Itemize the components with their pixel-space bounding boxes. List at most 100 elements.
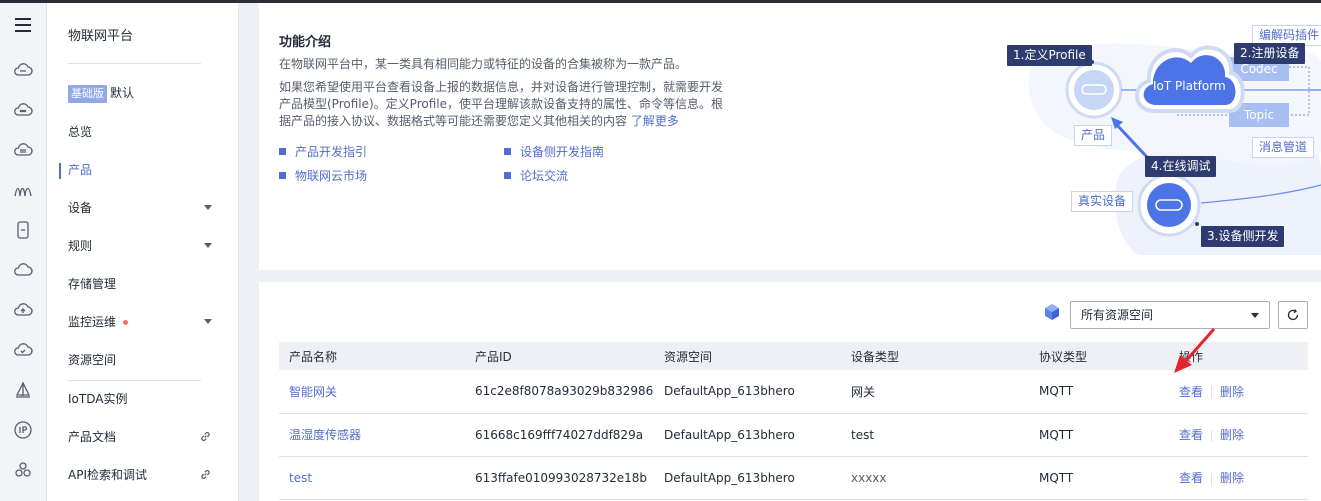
cloud-icon[interactable] [12, 259, 34, 281]
view-button[interactable]: 查看 [1179, 428, 1203, 442]
cloud-check-icon[interactable] [12, 339, 34, 361]
bullet-icon [504, 148, 511, 155]
annotation-arrow-icon [1174, 328, 1216, 373]
device-icon[interactable] [12, 219, 34, 241]
resource-space: DefaultApp_613bhero [654, 456, 841, 500]
network-icon[interactable] [12, 179, 34, 201]
sidebar-item-device[interactable]: 设备 [68, 196, 228, 220]
refresh-button[interactable] [1278, 301, 1308, 329]
edition-badge: 基础版 [68, 85, 107, 103]
message-channel-tag: 消息管道 [1252, 137, 1315, 158]
chevron-down-icon [204, 205, 212, 210]
product-list-panel: 所有资源空间 产品名称 产品ID 资源空间 设备类型 协议类型 操作 智能网关 … [259, 282, 1321, 501]
cloud-dots-icon[interactable] [12, 99, 34, 121]
sidebar-item-monitoring[interactable]: 监控运维 [68, 310, 228, 334]
sidebar-item-rules[interactable]: 规则 [68, 234, 228, 258]
sidebar-item-resource-space[interactable]: 资源空间 [68, 348, 228, 372]
link-forum[interactable]: 论坛交流 [504, 167, 568, 184]
bullet-icon [504, 172, 511, 179]
delete-button[interactable]: 删除 [1220, 428, 1244, 442]
ip-icon[interactable] [12, 419, 34, 441]
step-online-debug: 4.在线调试 [1145, 156, 1217, 177]
table-row: test 613ffafe010993028732e18b DefaultApp… [279, 456, 1308, 500]
view-button[interactable]: 查看 [1179, 471, 1203, 485]
table-row: 智能网关 61c2e8f8078a93029b832986 DefaultApp… [279, 370, 1308, 414]
step-define-profile: 1.定义Profile [1007, 45, 1092, 66]
product-tag: 产品 [1074, 125, 1113, 146]
sidebar-item-label: API检索和调试 [68, 468, 147, 482]
link-device-dev-guide[interactable]: 设备侧开发指南 [504, 143, 604, 160]
sidebar-item-label: 产品文档 [68, 430, 117, 444]
sidebar-item-label: 产品 [68, 163, 93, 177]
col-protocol[interactable]: 协议类型 [1029, 342, 1169, 370]
cloud-server-icon[interactable] [12, 59, 34, 81]
cloud-db-icon[interactable] [12, 139, 34, 161]
link-label: 论坛交流 [520, 169, 569, 183]
col-product-id[interactable]: 产品ID [465, 342, 654, 370]
sidebar-item-storage[interactable]: 存储管理 [68, 272, 228, 296]
table-header-row: 产品名称 产品ID 资源空间 设备类型 协议类型 操作 [279, 342, 1308, 370]
intro-panel: 功能介绍 在物联网平台中，某一类具有相同能力或特征的设备的合集被称为一款产品。 … [259, 3, 1321, 270]
link-product-dev-guide[interactable]: 产品开发指引 [279, 143, 367, 160]
sidebar-item-product[interactable]: 产品 [68, 158, 228, 182]
chevron-down-icon [1251, 313, 1259, 318]
action-separator [1211, 429, 1213, 442]
link-iot-marketplace[interactable]: 物联网云市场 [279, 167, 367, 184]
select-value: 所有资源空间 [1081, 308, 1154, 322]
protocol: MQTT [1029, 456, 1169, 500]
row-actions: 查看 删除 [1169, 456, 1308, 500]
edition-name: 默认 [110, 86, 135, 100]
sidebar-item-label: 资源空间 [68, 353, 117, 367]
chevron-down-icon [204, 319, 212, 324]
resource-space-select[interactable]: 所有资源空间 [1070, 301, 1270, 329]
action-separator [1211, 472, 1213, 485]
menu-icon[interactable] [12, 14, 34, 36]
resource-space: DefaultApp_613bhero [654, 413, 841, 457]
sail-icon[interactable] [12, 379, 34, 401]
protocol: MQTT [1029, 413, 1169, 457]
product-id: 61668c169fff74027ddf829a [465, 413, 654, 457]
row-actions: 查看 删除 [1169, 413, 1308, 457]
product-name-link[interactable]: 智能网关 [279, 370, 465, 414]
link-label: 产品开发指引 [295, 145, 368, 159]
step-device-dev: 3.设备侧开发 [1201, 226, 1285, 247]
edition-selector[interactable]: 基础版 默认 [68, 81, 228, 105]
intro-paragraph-1: 在物联网平台中，某一类具有相同能力或特征的设备的合集被称为一款产品。 [279, 57, 688, 71]
delete-button[interactable]: 删除 [1220, 385, 1244, 399]
sidebar-item-docs[interactable]: 产品文档 [68, 425, 228, 449]
sidebar-item-overview[interactable]: 总览 [68, 120, 228, 144]
cluster-icon[interactable] [12, 459, 34, 481]
intro-paragraph-2: 如果您希望使用平台查看设备上报的数据信息，并对设备进行管理控制，就需要开发产品模… [279, 79, 734, 130]
product-name-link[interactable]: test [279, 456, 465, 500]
real-device-tag: 真实设备 [1071, 191, 1134, 212]
delete-button[interactable]: 删除 [1220, 471, 1244, 485]
sidebar-item-iotda-instance[interactable]: IoTDA实例 [68, 387, 228, 411]
resource-space: DefaultApp_613bhero [654, 370, 841, 414]
view-button[interactable]: 查看 [1179, 385, 1203, 399]
sidebar-divider [68, 380, 201, 381]
product-table: 产品名称 产品ID 资源空间 设备类型 协议类型 操作 智能网关 61c2e8f… [279, 342, 1308, 500]
table-row: 温湿度传感器 61668c169fff74027ddf829a DefaultA… [279, 413, 1308, 457]
sidebar-item-label: 总览 [68, 125, 93, 139]
device-type: 网关 [841, 370, 1029, 414]
sidebar-item-api[interactable]: API检索和调试 [68, 463, 228, 487]
sidebar-item-label: 存储管理 [68, 277, 117, 291]
icon-rail [0, 3, 47, 501]
sidebar: 物联网平台 基础版 默认 总览 产品 设备 规则 存储管理 监控运维 资源空间 I… [47, 3, 239, 501]
intro-title: 功能介绍 [279, 35, 332, 50]
product-name-link[interactable]: 温湿度传感器 [279, 413, 465, 457]
link-label: 物联网云市场 [295, 169, 368, 183]
col-device-type[interactable]: 设备类型 [841, 342, 1029, 370]
sidebar-item-label: 监控运维 [68, 315, 117, 329]
col-resource-space[interactable]: 资源空间 [654, 342, 841, 370]
product-id: 613ffafe010993028732e18b [465, 456, 654, 500]
device-type: xxxxx [841, 456, 1029, 500]
col-product-name[interactable]: 产品名称 [279, 342, 465, 370]
step-register-device: 2.注册设备 [1234, 43, 1306, 64]
learn-more-link[interactable]: 了解更多 [631, 114, 679, 128]
bullet-icon [279, 172, 286, 179]
sidebar-item-label: IoTDA实例 [68, 392, 128, 406]
cloud-upload-icon[interactable] [12, 299, 34, 321]
active-marker [59, 163, 61, 179]
chevron-down-icon [204, 243, 212, 248]
